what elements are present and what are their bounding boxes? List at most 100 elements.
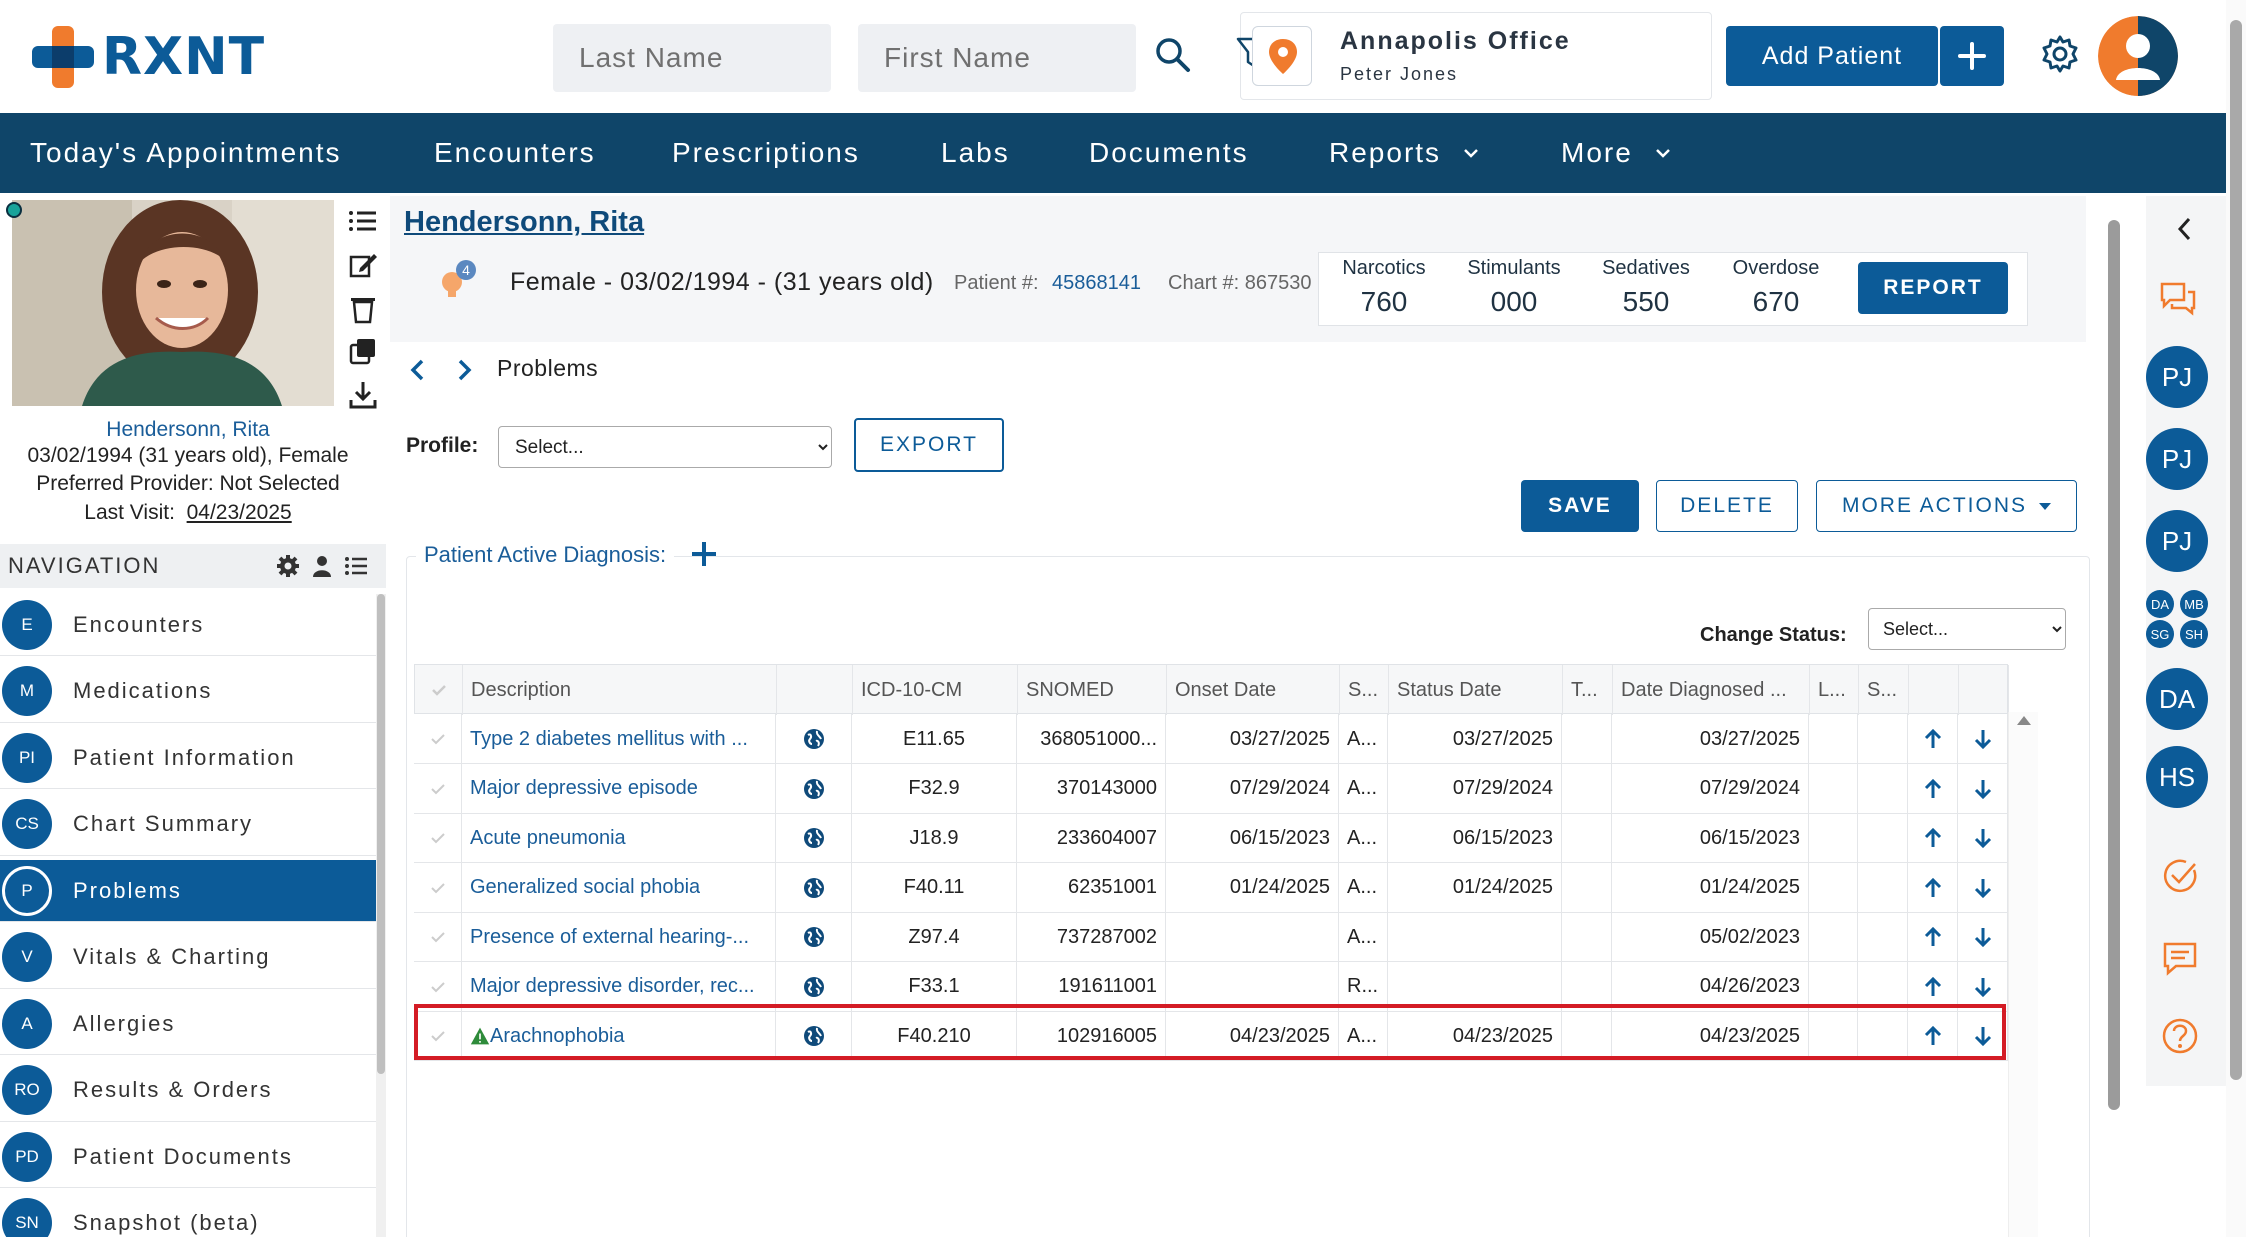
navigation-scrollbar[interactable]: [376, 594, 386, 1237]
row-checkbox[interactable]: [414, 862, 462, 913]
copy-icon[interactable]: [348, 336, 378, 366]
nav-item-allergies[interactable]: A Allergies: [0, 993, 376, 1055]
help-icon[interactable]: [2160, 1016, 2200, 1056]
cell-globe[interactable]: [776, 961, 852, 1012]
move-down-button[interactable]: [1958, 912, 2008, 962]
edit-icon[interactable]: [348, 250, 378, 280]
chat-bubbles-icon[interactable]: [2158, 278, 2198, 318]
col-icd[interactable]: ICD-10-CM: [853, 665, 1018, 715]
grid-scrollbar[interactable]: [2008, 712, 2038, 1237]
trash-icon[interactable]: [348, 294, 378, 324]
col-s[interactable]: S...: [1859, 665, 1909, 715]
patient-name-link[interactable]: Hendersonn, Rita: [404, 206, 644, 239]
col-onset-date[interactable]: Onset Date: [1167, 665, 1340, 715]
search-icon[interactable]: [1152, 34, 1194, 76]
move-up-button[interactable]: [1908, 1011, 1958, 1061]
diagnosis-link[interactable]: Major depressive disorder, rec...: [470, 975, 755, 998]
location-pin-icon[interactable]: [1252, 26, 1312, 86]
list-icon[interactable]: [348, 206, 378, 236]
delete-button[interactable]: DELETE: [1656, 480, 1798, 532]
nav-item-encounters[interactable]: E Encounters: [0, 594, 376, 656]
patient-number[interactable]: 45868141: [1052, 272, 1141, 295]
row-checkbox[interactable]: [414, 912, 462, 962]
last-name-input[interactable]: [553, 24, 831, 92]
settings-gear-icon[interactable]: [2040, 34, 2080, 74]
list-icon[interactable]: [344, 554, 368, 578]
content-scrollbar[interactable]: [2100, 196, 2128, 1237]
rail-mini-avatar[interactable]: SH: [2180, 620, 2208, 648]
row-checkbox[interactable]: [414, 813, 462, 863]
nav-item-patient-documents[interactable]: PD Patient Documents: [0, 1126, 376, 1188]
nav-more[interactable]: More: [1561, 137, 1671, 169]
diagnosis-link[interactable]: Presence of external hearing-...: [470, 926, 749, 949]
chevron-right-icon[interactable]: [452, 358, 476, 382]
nav-prescriptions[interactable]: Prescriptions: [672, 137, 860, 169]
save-button[interactable]: SAVE: [1521, 480, 1639, 532]
rail-mini-avatar[interactable]: SG: [2146, 620, 2174, 648]
cell-globe[interactable]: [776, 714, 852, 764]
cell-description[interactable]: Major depressive episode: [462, 763, 776, 814]
message-icon[interactable]: [2160, 938, 2200, 978]
task-check-icon[interactable]: [2160, 856, 2200, 896]
row-checkbox[interactable]: [414, 961, 462, 1012]
rail-avatar[interactable]: PJ: [2146, 510, 2208, 572]
change-status-select[interactable]: Select...: [1868, 608, 2066, 650]
download-icon[interactable]: [348, 380, 378, 410]
move-down-button[interactable]: [1958, 763, 2008, 814]
rail-avatar[interactable]: HS: [2146, 746, 2208, 808]
col-date-diagnosed[interactable]: Date Diagnosed ...: [1613, 665, 1810, 715]
nav-item-chart-summary[interactable]: CS Chart Summary: [0, 794, 376, 856]
last-visit-date[interactable]: 04/23/2025: [187, 501, 292, 524]
export-button[interactable]: EXPORT: [854, 418, 1004, 472]
row-checkbox[interactable]: [414, 763, 462, 814]
settings-gear-icon[interactable]: [276, 554, 300, 578]
patient-sidebar-name[interactable]: Hendersonn, Rita: [0, 418, 376, 442]
col-description[interactable]: Description: [463, 665, 777, 715]
col-type[interactable]: T...: [1563, 665, 1613, 715]
profile-select[interactable]: Select...: [498, 426, 832, 468]
nav-item-vitals-charting[interactable]: V Vitals & Charting: [0, 927, 376, 989]
cell-description[interactable]: Major depressive disorder, rec...: [462, 961, 776, 1012]
table-row[interactable]: Type 2 diabetes mellitus with ... E11.65 3…: [414, 714, 2008, 764]
rail-avatar[interactable]: PJ: [2146, 346, 2208, 408]
select-all-checkbox[interactable]: [415, 665, 463, 715]
first-name-input[interactable]: [858, 24, 1136, 92]
move-up-button[interactable]: [1908, 961, 1958, 1012]
table-row[interactable]: Arachnophobia F40.210 102916005 04/23/2025 A…: [414, 1011, 2008, 1061]
cell-description[interactable]: Type 2 diabetes mellitus with ...: [462, 714, 776, 764]
collapse-left-icon[interactable]: [2170, 214, 2200, 244]
nav-item-results-orders[interactable]: RO Results & Orders: [0, 1060, 376, 1122]
nav-todays-appointments[interactable]: Today's Appointments: [30, 137, 342, 169]
more-actions-button[interactable]: MORE ACTIONS: [1816, 480, 2077, 532]
nav-item-problems[interactable]: P Problems: [0, 860, 376, 922]
move-up-button[interactable]: [1908, 763, 1958, 814]
nav-labs[interactable]: Labs: [941, 137, 1010, 169]
chevron-left-icon[interactable]: [406, 358, 430, 382]
nav-item-patient-information[interactable]: PI Patient Information: [0, 727, 376, 789]
add-patient-button[interactable]: Add Patient: [1726, 26, 1938, 86]
row-checkbox[interactable]: [414, 714, 462, 764]
report-button[interactable]: REPORT: [1858, 262, 2008, 314]
move-up-button[interactable]: [1908, 813, 1958, 863]
move-down-button[interactable]: [1958, 961, 2008, 1012]
move-up-button[interactable]: [1908, 862, 1958, 913]
table-row[interactable]: Presence of external hearing-... Z97.4 737…: [414, 912, 2008, 962]
table-row[interactable]: Acute pneumonia J18.9 233604007 06/15/2023 A…: [414, 813, 2008, 863]
nav-reports[interactable]: Reports: [1329, 137, 1479, 169]
col-status[interactable]: S...: [1340, 665, 1389, 715]
add-diagnosis-plus-icon[interactable]: [690, 540, 718, 568]
cell-description[interactable]: Acute pneumonia: [462, 813, 776, 863]
cell-globe[interactable]: [776, 763, 852, 814]
col-snomed[interactable]: SNOMED: [1018, 665, 1167, 715]
diagnosis-link[interactable]: Major depressive episode: [470, 777, 698, 800]
move-down-button[interactable]: [1958, 714, 2008, 764]
nav-documents[interactable]: Documents: [1089, 137, 1249, 169]
table-row[interactable]: Major depressive disorder, rec... F33.1 19…: [414, 961, 2008, 1012]
rail-mini-avatar[interactable]: DA: [2146, 590, 2174, 618]
nav-item-medications[interactable]: M Medications: [0, 661, 376, 723]
rxnt-logo[interactable]: RXNT: [32, 26, 265, 88]
cell-globe[interactable]: [776, 912, 852, 962]
row-checkbox[interactable]: [414, 1011, 462, 1061]
table-row[interactable]: Major depressive episode F32.9 370143000 07…: [414, 763, 2008, 814]
move-down-button[interactable]: [1958, 813, 2008, 863]
